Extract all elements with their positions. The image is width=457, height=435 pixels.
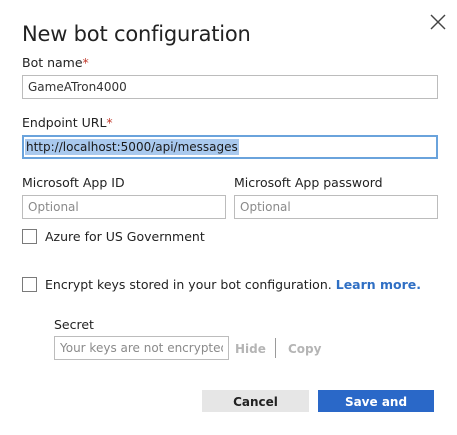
divider bbox=[275, 338, 276, 358]
save-and-connect-button[interactable]: Save and connect bbox=[318, 390, 434, 431]
encrypt-checkbox[interactable] bbox=[22, 277, 37, 292]
app-id-label: Microsoft App ID bbox=[22, 175, 125, 190]
learn-more-link[interactable]: Learn more. bbox=[336, 277, 421, 292]
required-mark: * bbox=[82, 55, 89, 70]
azure-gov-label: Azure for US Government bbox=[45, 229, 205, 244]
close-button[interactable] bbox=[428, 12, 448, 32]
app-password-input[interactable] bbox=[234, 195, 438, 219]
bot-name-label-text: Bot name bbox=[22, 55, 83, 70]
cancel-button[interactable]: Cancel bbox=[202, 390, 309, 412]
dialog-title: New bot configuration bbox=[22, 22, 251, 46]
encrypt-option[interactable]: Encrypt keys stored in your bot configur… bbox=[22, 277, 421, 292]
azure-gov-option[interactable]: Azure for US Government bbox=[22, 229, 205, 244]
endpoint-url-label: Endpoint URL* bbox=[22, 115, 113, 130]
secret-label: Secret bbox=[54, 317, 94, 332]
bot-name-input[interactable] bbox=[22, 75, 438, 99]
app-password-label: Microsoft App password bbox=[234, 175, 383, 190]
copy-button[interactable]: Copy bbox=[288, 342, 321, 356]
secret-input[interactable] bbox=[54, 336, 229, 360]
required-mark: * bbox=[106, 115, 113, 130]
app-id-input[interactable] bbox=[22, 195, 226, 219]
endpoint-url-label-text: Endpoint URL bbox=[22, 115, 107, 130]
new-bot-configuration-dialog: New bot configuration Bot name* Endpoint… bbox=[0, 0, 457, 431]
bot-name-label: Bot name* bbox=[22, 55, 89, 70]
hide-button[interactable]: Hide bbox=[235, 342, 266, 356]
close-icon bbox=[430, 14, 446, 30]
endpoint-url-input[interactable] bbox=[22, 135, 438, 159]
encrypt-label: Encrypt keys stored in your bot configur… bbox=[45, 277, 332, 292]
azure-gov-checkbox[interactable] bbox=[22, 229, 37, 244]
